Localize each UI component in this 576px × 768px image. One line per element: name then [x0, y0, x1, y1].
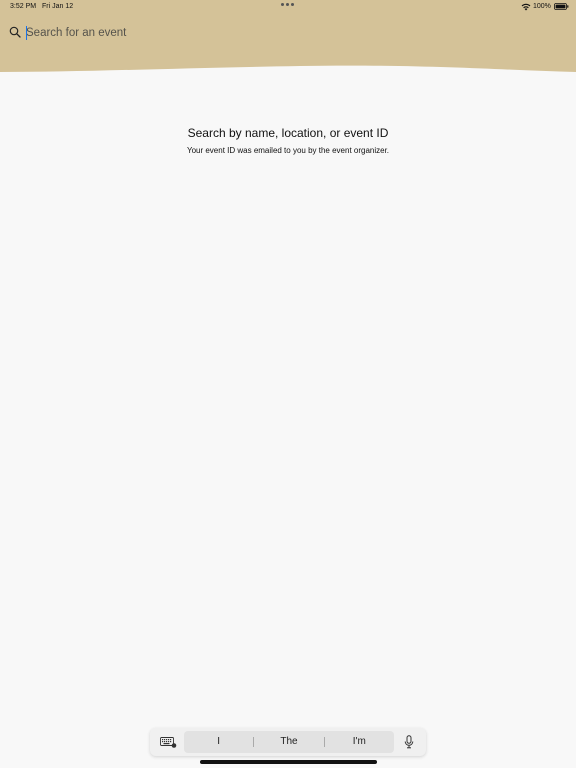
- text-cursor: [26, 26, 27, 40]
- home-indicator[interactable]: [200, 760, 377, 764]
- suggestion-item[interactable]: I: [184, 731, 253, 753]
- status-time: 3:52 PM: [10, 3, 37, 10]
- suggestion-item[interactable]: I'm: [325, 731, 394, 753]
- empty-state-title: Search by name, location, or event ID: [187, 126, 389, 140]
- multitasking-dots[interactable]: [281, 3, 294, 6]
- header-banner: 3:52 PM Fri Jan 12 100%: [0, 0, 576, 80]
- search-bar[interactable]: [0, 22, 576, 44]
- suggestion-item[interactable]: The: [254, 731, 323, 753]
- status-bar: 3:52 PM Fri Jan 12 100%: [0, 0, 576, 14]
- predictive-suggestions: I The I'm: [184, 731, 394, 753]
- wifi-icon: [521, 3, 531, 11]
- status-date: Fri Jan 12: [42, 3, 74, 10]
- battery-percentage: 100%: [533, 3, 551, 10]
- keyboard-shortcut-bar: I The I'm: [150, 728, 426, 756]
- battery-icon: [554, 3, 569, 10]
- keyboard-icon[interactable]: [160, 737, 177, 748]
- search-icon: [9, 26, 21, 38]
- microphone-icon[interactable]: [404, 735, 414, 749]
- empty-state: Search by name, location, or event ID Yo…: [0, 126, 576, 156]
- search-input[interactable]: [26, 23, 426, 43]
- empty-state-subtitle: Your event ID was emailed to you by the …: [186, 146, 390, 155]
